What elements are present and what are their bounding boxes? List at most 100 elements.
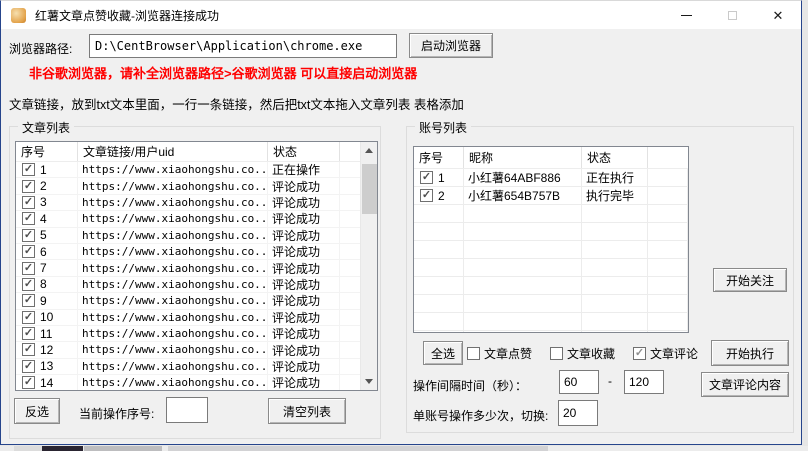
article-row[interactable]: ✓6https://www.xiaohongshu.co...评论成功 [16, 244, 360, 260]
row-checkbox[interactable]: ✓ [22, 229, 35, 242]
account-row[interactable]: ✓1小红薯64ABF886正在执行 [414, 169, 688, 187]
column-header-nickname[interactable]: 昵称 [464, 147, 582, 168]
article-row[interactable]: ✓2https://www.xiaohongshu.co...评论成功 [16, 178, 360, 194]
account-empty-row [414, 331, 688, 332]
row-checkbox[interactable]: ✓ [420, 171, 433, 184]
article-status-cell: 评论成功 [268, 293, 340, 308]
 [648, 223, 688, 240]
interval-min-input[interactable] [559, 370, 599, 394]
row-checkbox[interactable]: ✓ [22, 376, 35, 389]
row-checkbox[interactable]: ✓ [22, 311, 35, 324]
row-checkbox[interactable]: ✓ [22, 343, 35, 356]
 [582, 241, 648, 258]
row-checkbox[interactable]: ✓ [420, 189, 433, 202]
 [464, 259, 582, 276]
taskbar-active-app[interactable] [42, 446, 83, 451]
checkbox-article-favorite[interactable]: 文章收藏 [550, 345, 615, 362]
close-button[interactable]: ✕ [755, 1, 801, 29]
article-row[interactable]: ✓13https://www.xiaohongshu.co...评论成功 [16, 359, 360, 375]
checkbox-article-comment[interactable]: ✓文章评论 [633, 345, 698, 362]
window-title: 红薯文章点赞收藏-浏览器连接成功 [35, 7, 219, 24]
current-index-input[interactable] [166, 397, 208, 423]
browser-path-input[interactable] [89, 34, 397, 58]
account-list-group-title: 账号列表 [415, 119, 471, 136]
start-follow-button[interactable]: 开始关注 [713, 268, 787, 292]
article-list-scrollbar[interactable] [360, 142, 377, 390]
article-filler-cell [340, 310, 360, 325]
app-window: 红薯文章点赞收藏-浏览器连接成功 ✕ 浏览器路径: 启动浏览器 非谷歌浏览器，请… [0, 0, 802, 445]
row-checkbox[interactable]: ✓ [22, 163, 35, 176]
column-header-status[interactable]: 状态 [268, 142, 340, 161]
article-row[interactable]: ✓12https://www.xiaohongshu.co...评论成功 [16, 342, 360, 358]
article-row[interactable]: ✓14https://www.xiaohongshu.co...评论成功 [16, 375, 360, 390]
clear-list-button[interactable]: 清空列表 [268, 398, 346, 424]
row-checkbox[interactable] [467, 347, 480, 360]
account-empty-row [414, 277, 688, 295]
row-checkbox[interactable] [550, 347, 563, 360]
row-checkbox[interactable]: ✓ [22, 196, 35, 209]
article-row[interactable]: ✓7https://www.xiaohongshu.co...评论成功 [16, 260, 360, 276]
article-status-cell: 评论成功 [268, 375, 340, 390]
column-header-link[interactable]: 文章链接/用户uid [78, 142, 268, 161]
row-checkbox[interactable]: ✓ [633, 347, 646, 360]
 [464, 205, 582, 222]
account-table-body: ✓1小红薯64ABF886正在执行✓2小红薯654B757B执行完毕 [414, 169, 688, 332]
browser-path-label: 浏览器路径: [9, 40, 72, 57]
scroll-up-icon[interactable] [361, 142, 377, 159]
switch-count-input[interactable] [558, 400, 598, 426]
article-row[interactable]: ✓4https://www.xiaohongshu.co...评论成功 [16, 211, 360, 227]
account-row[interactable]: ✓2小红薯654B757B执行完毕 [414, 187, 688, 205]
article-status-cell: 评论成功 [268, 310, 340, 325]
article-row[interactable]: ✓3https://www.xiaohongshu.co...评论成功 [16, 195, 360, 211]
column-header-index[interactable]: 序号 [16, 142, 78, 161]
 [582, 295, 648, 312]
row-checkbox[interactable]: ✓ [22, 278, 35, 291]
account-empty-row [414, 259, 688, 277]
article-index-cell: ✓1 [16, 162, 78, 177]
article-row[interactable]: ✓8https://www.xiaohongshu.co...评论成功 [16, 277, 360, 293]
column-header-account-status[interactable]: 状态 [582, 147, 648, 168]
launch-browser-button[interactable]: 启动浏览器 [409, 33, 493, 58]
article-link-cell: https://www.xiaohongshu.co... [78, 277, 268, 292]
row-checkbox[interactable]: ✓ [22, 212, 35, 225]
comment-content-button[interactable]: 文章评论内容 [701, 372, 789, 397]
article-filler-cell [340, 342, 360, 357]
account-filler-cell [648, 187, 688, 204]
column-header-account-index[interactable]: 序号 [414, 147, 464, 168]
 [648, 277, 688, 294]
article-filler-cell [340, 178, 360, 193]
select-all-button[interactable]: 全选 [423, 341, 463, 365]
start-execute-button[interactable]: 开始执行 [711, 340, 789, 366]
checkbox-article-like[interactable]: 文章点赞 [467, 345, 532, 362]
row-checkbox[interactable]: ✓ [22, 360, 35, 373]
article-filler-cell [340, 162, 360, 177]
taskbar-strip [0, 446, 808, 451]
row-checkbox[interactable]: ✓ [22, 294, 35, 307]
invert-selection-button[interactable]: 反选 [14, 398, 60, 424]
article-filler-cell [340, 359, 360, 374]
interval-max-input[interactable] [624, 370, 664, 394]
article-row[interactable]: ✓1https://www.xiaohongshu.co...正在操作 [16, 162, 360, 178]
maximize-button[interactable] [709, 1, 755, 29]
 [648, 205, 688, 222]
article-status-cell: 评论成功 [268, 211, 340, 226]
 [414, 313, 464, 330]
article-row[interactable]: ✓5https://www.xiaohongshu.co...评论成功 [16, 228, 360, 244]
instruction-text: 文章链接，放到txt文本里面，一行一条链接，然后把txt文本拖入文章列表 表格添… [9, 94, 464, 113]
account-filler-cell [648, 169, 688, 186]
account-empty-row [414, 205, 688, 223]
 [414, 205, 464, 222]
article-link-cell: https://www.xiaohongshu.co... [78, 228, 268, 243]
scrollbar-thumb[interactable] [362, 164, 377, 214]
scroll-down-icon[interactable] [361, 373, 377, 390]
minimize-button[interactable] [663, 1, 709, 29]
article-index-cell: ✓4 [16, 211, 78, 226]
row-checkbox[interactable]: ✓ [22, 180, 35, 193]
row-checkbox[interactable]: ✓ [22, 262, 35, 275]
article-row[interactable]: ✓10https://www.xiaohongshu.co...评论成功 [16, 310, 360, 326]
warning-text: 非谷歌浏览器，请补全浏览器路径>谷歌浏览器 可以直接启动浏览器 [29, 63, 417, 82]
row-checkbox[interactable]: ✓ [22, 327, 35, 340]
row-checkbox[interactable]: ✓ [22, 245, 35, 258]
article-row[interactable]: ✓11https://www.xiaohongshu.co...评论成功 [16, 326, 360, 342]
article-row[interactable]: ✓9https://www.xiaohongshu.co...评论成功 [16, 293, 360, 309]
